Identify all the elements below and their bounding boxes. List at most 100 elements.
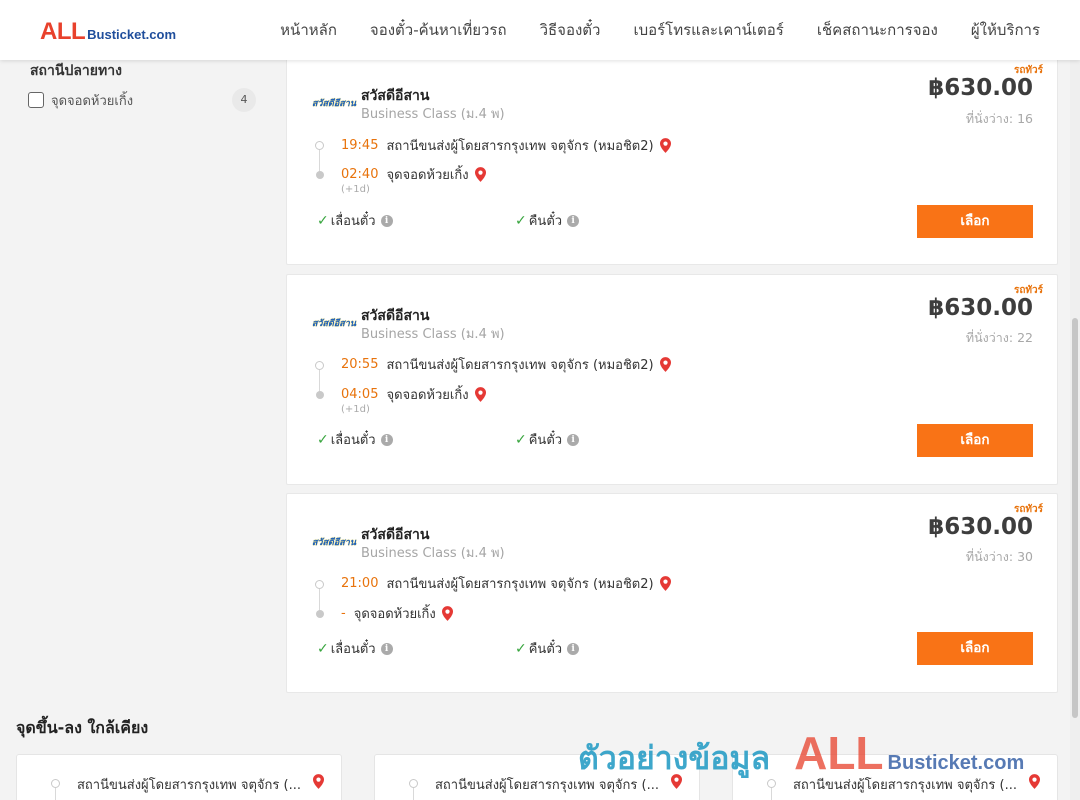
departure-time: 21:00	[341, 576, 379, 591]
trip-card: รถทัวร์ สวัสดีอีสาน สวัสดีอีสาน Business…	[286, 54, 1058, 265]
seats-count: 22	[1017, 330, 1033, 345]
select-trip-button[interactable]: เลือก	[917, 424, 1033, 457]
seats-available: ที่นั่งว่าง: 30	[966, 547, 1033, 567]
departure-station: สถานีขนส่งผู้โดยสารกรุงเทพ จตุจักร (หมอช…	[386, 139, 654, 154]
arrival-stop: 04:05 จุดจอดห้วยเกิ้ง	[341, 384, 486, 405]
map-pin-icon[interactable]	[659, 138, 671, 153]
route-dot-icon	[409, 779, 418, 788]
nearby-stop-name: สถานีขนส่งผู้โดยสารกรุงเทพ จตุจักร (...	[793, 778, 1017, 793]
departure-stop: 20:55 สถานีขนส่งผู้โดยสารกรุงเทพ จตุจักร…	[341, 354, 671, 375]
route-dot-icon	[767, 779, 776, 788]
select-trip-button[interactable]: เลือก	[917, 632, 1033, 665]
operator-logo: สวัสดีอีสาน	[312, 534, 356, 550]
main-nav: หน้าหลัก จองตั๋ว-ค้นหาเที่ยวรถ วิธีจองตั…	[247, 0, 1040, 60]
seats-count: 16	[1017, 111, 1033, 126]
seats-available: ที่นั่งว่าง: 22	[966, 328, 1033, 348]
route-dot-icon	[51, 779, 60, 788]
arrival-station: จุดจอดห้วยเกิ้ง	[386, 388, 469, 403]
map-pin-icon[interactable]	[659, 576, 671, 591]
map-pin-icon[interactable]	[441, 606, 453, 621]
arrival-dot-icon	[316, 171, 324, 179]
departure-time: 20:55	[341, 357, 379, 372]
bus-class: Business Class (ม.4 พ)	[361, 107, 505, 122]
operator-logo-text: สวัสดีอีสาน	[312, 98, 356, 108]
arrival-station: จุดจอดห้วยเกิ้ง	[353, 607, 436, 622]
nearby-stop-card[interactable]: สถานีขนส่งผู้โดยสารกรุงเทพ จตุจักร (...	[732, 754, 1058, 800]
info-icon[interactable]: i	[567, 433, 580, 446]
nav-home[interactable]: หน้าหลัก	[280, 18, 337, 42]
top-header: ALL Busticket.com หน้าหลัก จองตั๋ว-ค้นหา…	[0, 0, 1080, 60]
departure-dot-icon	[315, 580, 324, 589]
departure-stop: 19:45 สถานีขนส่งผู้โดยสารกรุงเทพ จตุจักร…	[341, 135, 671, 156]
arrival-dot-icon	[316, 610, 324, 618]
filter-option-label: จุดจอดห้วยเกิ้ง	[51, 93, 134, 109]
operator-logo-text: สวัสดีอีสาน	[312, 537, 356, 547]
feature-label: เลื่อนตั๋ว	[330, 642, 376, 657]
check-icon: ✓	[317, 640, 329, 657]
nearby-stop-card[interactable]: สถานีขนส่งผู้โดยสารกรุงเทพ จตุจักร (...	[16, 754, 342, 800]
seats-label: ที่นั่งว่าง:	[965, 330, 1014, 345]
check-icon: ✓	[317, 212, 329, 229]
operator-logo-text: สวัสดีอีสาน	[312, 318, 356, 328]
feature-label: คืนตั๋ว	[528, 642, 563, 657]
trip-card: รถทัวร์ สวัสดีอีสาน สวัสดีอีสาน Business…	[286, 274, 1058, 485]
trip-card: รถทัวร์ สวัสดีอีสาน สวัสดีอีสาน Business…	[286, 493, 1058, 693]
nav-book-search[interactable]: จองตั๋ว-ค้นหาเที่ยวรถ	[370, 18, 507, 42]
map-pin-icon[interactable]	[659, 357, 671, 372]
info-icon[interactable]: i	[380, 433, 393, 446]
logo-all-text: ALL	[40, 18, 86, 45]
logo-busticket-text: Busticket.com	[87, 27, 177, 42]
filter-destination-title: สถานีปลายทาง	[30, 63, 122, 79]
feature-change-ticket: ✓ เลื่อนตั๋ว i	[317, 429, 393, 450]
feature-label: เลื่อนตั๋ว	[330, 214, 376, 229]
site-logo[interactable]: ALL Busticket.com	[40, 18, 176, 46]
seats-label: ที่นั่งว่าง:	[965, 549, 1014, 564]
filter-count-badge: 4	[232, 88, 256, 112]
map-pin-icon[interactable]	[313, 774, 324, 789]
feature-change-ticket: ✓ เลื่อนตั๋ว i	[317, 638, 393, 659]
route-line	[771, 788, 772, 800]
bus-class: Business Class (ม.4 พ)	[361, 327, 505, 342]
map-pin-icon[interactable]	[1029, 774, 1040, 789]
map-pin-icon[interactable]	[474, 167, 486, 182]
filter-checkbox[interactable]	[28, 92, 44, 108]
departure-station: สถานีขนส่งผู้โดยสารกรุงเทพ จตุจักร (หมอช…	[386, 358, 654, 373]
nav-operators[interactable]: ผู้ให้บริการ	[971, 18, 1040, 42]
seats-count: 30	[1017, 549, 1033, 564]
nav-phone-counter[interactable]: เบอร์โทรและเคาน์เตอร์	[633, 18, 783, 42]
feature-label: คืนตั๋ว	[528, 433, 563, 448]
check-icon: ✓	[515, 212, 527, 229]
select-trip-button[interactable]: เลือก	[917, 205, 1033, 238]
nav-check-booking[interactable]: เช็คสถานะการจอง	[817, 18, 938, 42]
page-scrollbar[interactable]	[1070, 60, 1080, 800]
seats-available: ที่นั่งว่าง: 16	[966, 109, 1033, 129]
route-line	[55, 788, 56, 800]
check-icon: ✓	[515, 431, 527, 448]
info-icon[interactable]: i	[567, 642, 580, 655]
arrival-dot-icon	[316, 391, 324, 399]
map-pin-icon[interactable]	[474, 387, 486, 402]
ticket-price: ฿630.00	[928, 514, 1033, 540]
departure-time: 19:45	[341, 138, 379, 153]
info-icon[interactable]: i	[380, 642, 393, 655]
operator-logo: สวัสดีอีสาน	[312, 95, 356, 111]
departure-station: สถานีขนส่งผู้โดยสารกรุงเทพ จตุจักร (หมอช…	[386, 577, 654, 592]
arrival-time: 04:05	[341, 387, 379, 402]
scrollbar-thumb[interactable]	[1072, 318, 1078, 718]
feature-refund-ticket: ✓ คืนตั๋ว i	[515, 210, 580, 231]
arrival-stop: 02:40 จุดจอดห้วยเกิ้ง	[341, 164, 486, 185]
route-line	[413, 788, 414, 800]
info-icon[interactable]: i	[380, 214, 393, 227]
filter-option-row[interactable]: จุดจอดห้วยเกิ้ง 4	[28, 88, 256, 112]
nav-how-to-book[interactable]: วิธีจองตั๋ว	[540, 18, 601, 42]
nearby-stop-card[interactable]: สถานีขนส่งผู้โดยสารกรุงเทพ จตุจักร (...	[374, 754, 700, 800]
operator-logo: สวัสดีอีสาน	[312, 315, 356, 331]
feature-refund-ticket: ✓ คืนตั๋ว i	[515, 429, 580, 450]
seats-label: ที่นั่งว่าง:	[965, 111, 1014, 126]
info-icon[interactable]: i	[567, 214, 580, 227]
map-pin-icon[interactable]	[671, 774, 682, 789]
nearby-stop-name: สถานีขนส่งผู้โดยสารกรุงเทพ จตุจักร (...	[77, 778, 301, 793]
next-day-note: (+1d)	[341, 184, 370, 195]
departure-stop: 21:00 สถานีขนส่งผู้โดยสารกรุงเทพ จตุจักร…	[341, 573, 671, 594]
bus-class: Business Class (ม.4 พ)	[361, 546, 505, 561]
